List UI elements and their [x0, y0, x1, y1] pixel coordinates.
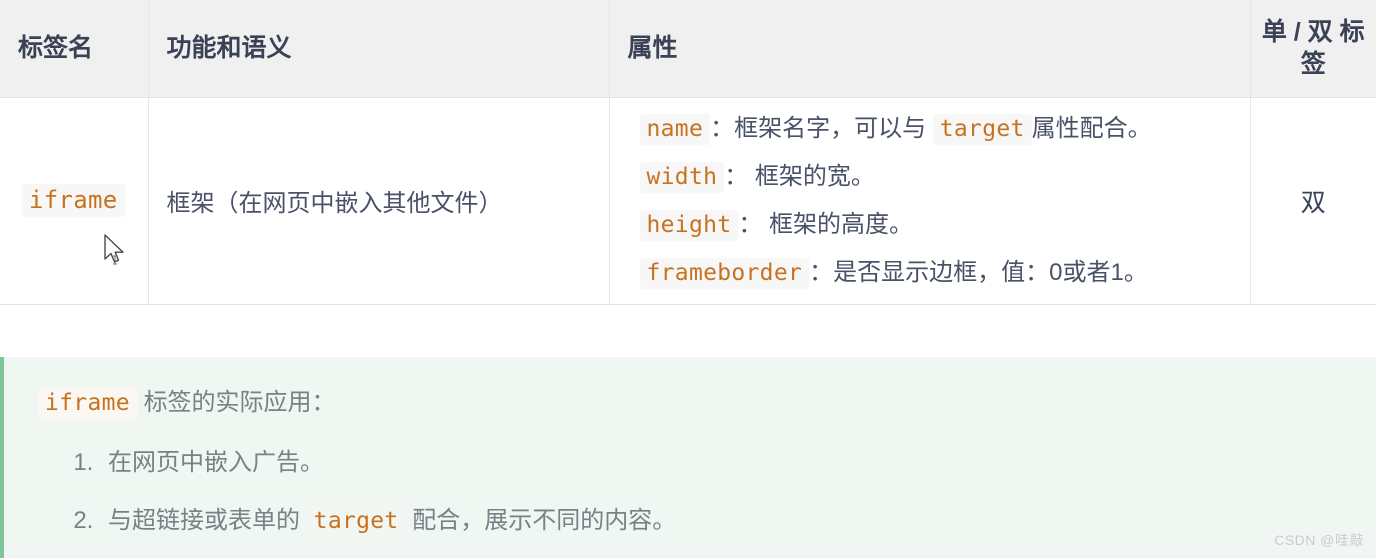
- table-header: 标签名 功能和语义 属性 单 / 双 标签: [0, 0, 1376, 98]
- list-item-prefix-2: 与超链接或表单的: [108, 507, 300, 535]
- table-header-row: 标签名 功能和语义 属性 单 / 双 标签: [0, 0, 1376, 98]
- code-chip-frameborder: frameborder: [639, 257, 810, 289]
- table-body: iframe 框架（在网页中嵌入其他文件） name ：框架名字，可以与 targ…: [0, 97, 1376, 305]
- note-list: 在网页中嵌入广告。 与超链接或表单的 target 配合，展示不同的内容。: [38, 447, 1376, 538]
- note-block: iframe 标签的实际应用： 在网页中嵌入广告。 与超链接或表单的 targe…: [0, 357, 1376, 558]
- attribute-line-width: width： 框架的宽。: [639, 160, 1232, 194]
- attr-sep-height: ：: [738, 210, 763, 238]
- attribute-line-frameborder: frameborder ：是否显示边框，值：0或者1。: [639, 256, 1232, 290]
- column-header-single-or-double-tag: 单 / 双 标签: [1250, 0, 1376, 98]
- list-item: 与超链接或表单的 target 配合，展示不同的内容。: [100, 505, 1376, 538]
- column-header-tag-name: 标签名: [0, 0, 149, 98]
- attr-text-name-2: 属性配合。: [1031, 114, 1152, 142]
- attribute-line-height: height： 框架的高度。: [639, 208, 1232, 242]
- cell-description: 框架（在网页中嵌入其他文件）: [148, 97, 610, 305]
- page-root: 标签名 功能和语义 属性 单 / 双 标签 iframe 框架（在网页中嵌入其他…: [0, 0, 1376, 558]
- html-tag-reference-table: 标签名 功能和语义 属性 单 / 双 标签 iframe 框架（在网页中嵌入其他…: [0, 0, 1376, 305]
- list-item: 在网页中嵌入广告。: [100, 447, 1376, 479]
- list-item-text-1: 在网页中嵌入广告。: [108, 448, 324, 476]
- code-chip-iframe-note: iframe: [38, 388, 137, 419]
- cell-single-or-double: 双: [1250, 97, 1376, 305]
- code-chip-width: width: [639, 161, 725, 193]
- note-intro-text: 标签的实际应用：: [143, 389, 336, 416]
- cell-attributes: name ：框架名字，可以与 target 属性配合。 width： 框架的宽。 h…: [609, 97, 1251, 305]
- list-item-suffix-2: 配合，展示不同的内容。: [412, 507, 677, 535]
- code-chip-height: height: [639, 209, 739, 241]
- note-intro: iframe 标签的实际应用：: [38, 387, 1376, 419]
- attr-text-width: 框架的宽。: [748, 162, 875, 190]
- code-chip-iframe: iframe: [22, 184, 125, 218]
- attr-text-name: 框架名字，可以与: [734, 114, 927, 142]
- attr-sep-width: ：: [724, 162, 749, 190]
- cell-tag-name: iframe: [0, 97, 149, 305]
- code-chip-target-note: target: [306, 506, 406, 538]
- attr-text-height: 框架的高度。: [762, 210, 914, 238]
- table-row: iframe 框架（在网页中嵌入其他文件） name ：框架名字，可以与 targ…: [0, 97, 1376, 305]
- column-header-attributes: 属性: [609, 0, 1251, 98]
- attr-sep-name: ：: [710, 114, 735, 142]
- code-chip-target-attr: target: [932, 113, 1032, 145]
- watermark: CSDN @哇敲: [1274, 532, 1364, 548]
- column-header-function-semantics: 功能和语义: [148, 0, 610, 98]
- attr-text-frameborder: 是否显示边框，值：0或者1。: [833, 258, 1148, 286]
- code-chip-name: name: [639, 113, 711, 145]
- attr-sep-frameborder: ：: [809, 258, 834, 286]
- attribute-line-name: name ：框架名字，可以与 target 属性配合。: [639, 112, 1232, 146]
